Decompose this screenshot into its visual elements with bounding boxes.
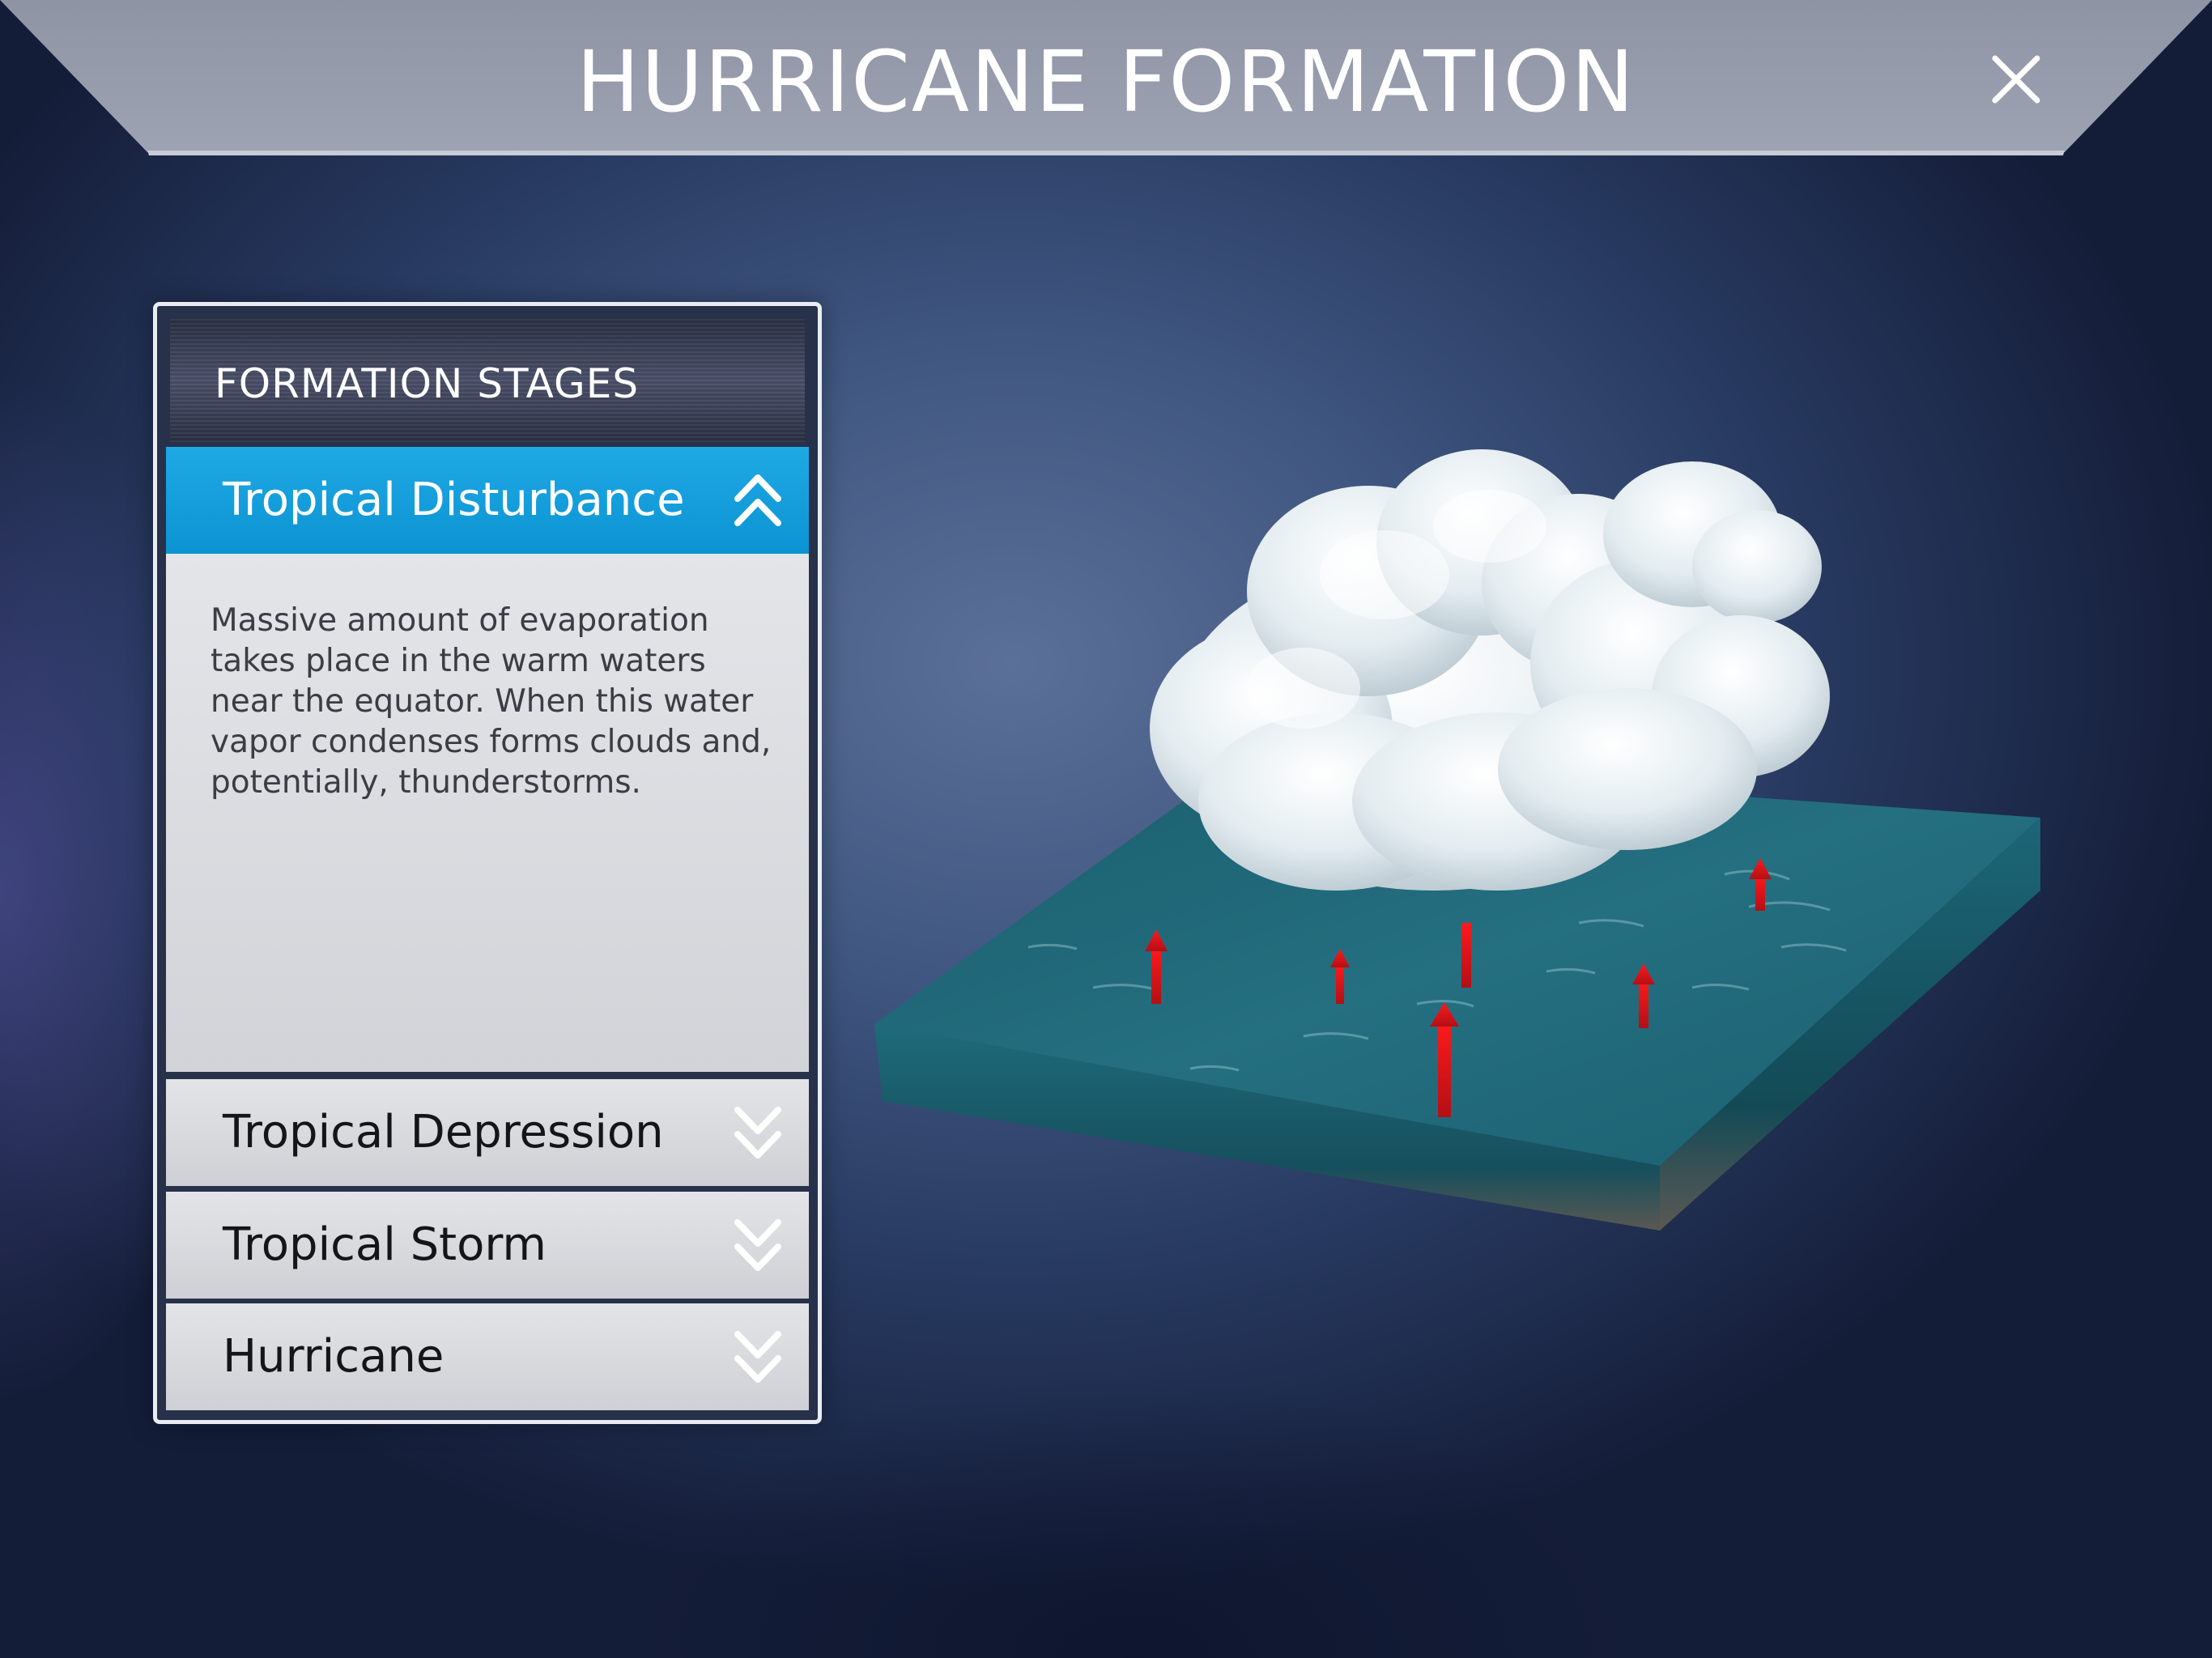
stage-label: Tropical Disturbance	[223, 474, 685, 526]
stage-label: Hurricane	[223, 1330, 445, 1383]
panel-title: FORMATION STAGES	[215, 360, 640, 407]
stage-tropical-depression[interactable]: Tropical Depression	[166, 1079, 809, 1186]
close-icon	[1992, 55, 2040, 104]
page-title: HURRICANE FORMATION	[576, 32, 1636, 131]
ocean-cloud-illustration	[874, 449, 2040, 1231]
chevron-double-down-icon	[734, 1331, 781, 1383]
chevron-double-up-icon	[734, 474, 781, 526]
title-bar: HURRICANE FORMATION	[0, 0, 2212, 155]
stage-hurricane[interactable]: Hurricane	[166, 1303, 809, 1410]
stage-tropical-storm[interactable]: Tropical Storm	[166, 1192, 809, 1299]
stage-label: Tropical Storm	[223, 1218, 547, 1271]
stage-tropical-disturbance[interactable]: Tropical Disturbance	[166, 447, 809, 554]
stage-description-box: Massive amount of evaporation takes plac…	[166, 554, 809, 1072]
stage-label: Tropical Depression	[223, 1106, 664, 1158]
chevron-double-down-icon	[734, 1107, 781, 1158]
stage-description: Massive amount of evaporation takes plac…	[211, 602, 772, 801]
close-button[interactable]	[1976, 40, 2057, 121]
chevron-double-down-icon	[734, 1219, 781, 1271]
